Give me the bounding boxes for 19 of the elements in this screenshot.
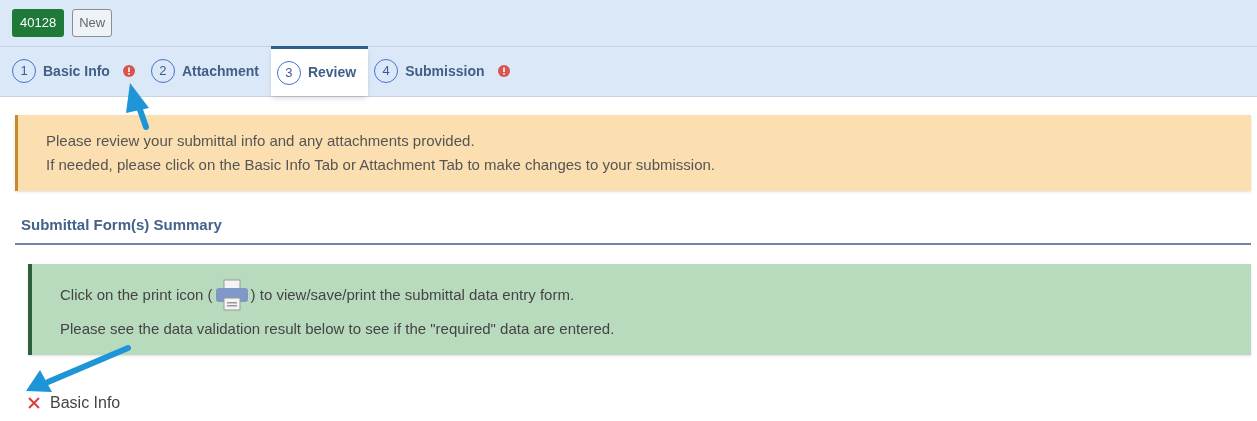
info-text: Please see the data validation result below to see if the "required" data are entered. xyxy=(60,319,616,339)
section-title: Submittal Form(s) Summary xyxy=(21,216,222,233)
info-text: Click on the print icon ( xyxy=(60,284,213,305)
step-tab[interactable]: 1 Basic Info xyxy=(6,46,145,96)
tab-label: Review xyxy=(307,63,357,82)
annotation-arrow xyxy=(126,83,149,130)
printer-icon xyxy=(214,279,249,311)
step-tab[interactable]: 2 Attachment xyxy=(144,46,271,96)
step-tab[interactable]: 4 Submission xyxy=(368,46,520,96)
tab-label: Submission xyxy=(405,61,485,81)
status-badge: New xyxy=(72,9,113,37)
tab-label: Basic Info xyxy=(43,61,110,81)
record-id-badge: 40128 xyxy=(12,9,65,37)
notice-text: If needed, please click on the Basic Info Tab or Attachment Tab to make changes to your submission. xyxy=(46,155,716,175)
info-text: ) to view/save/print the submittal data entry form. xyxy=(250,284,575,305)
tab-label: Attachment xyxy=(181,61,259,81)
validation-label: Basic Info xyxy=(50,392,121,413)
step-tab[interactable]: 3 Review xyxy=(270,46,369,96)
notice-text: Please review your submittal info and any attachments provided. xyxy=(46,131,476,151)
